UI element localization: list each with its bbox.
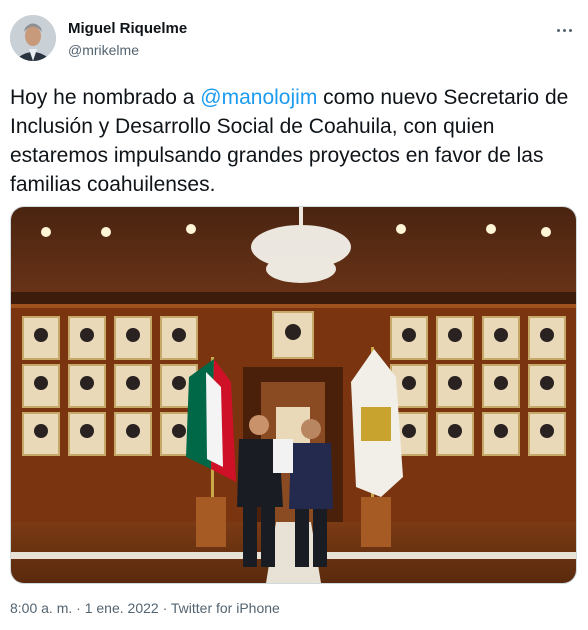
- author-display-name[interactable]: Miguel Riquelme: [68, 20, 187, 37]
- meta-separator: ·: [72, 600, 85, 616]
- tweet-time[interactable]: 8:00 a. m.: [10, 600, 72, 616]
- tweet-date[interactable]: 1 ene. 2022: [85, 600, 159, 616]
- tweet-meta: 8:00 a. m. · 1 ene. 2022 · Twitter for i…: [10, 600, 280, 616]
- meta-separator: ·: [158, 600, 171, 616]
- mention-link[interactable]: @manolojim: [200, 86, 317, 109]
- more-options-button[interactable]: [552, 22, 576, 38]
- avatar[interactable]: [10, 15, 56, 61]
- more-dot-icon: [556, 28, 560, 32]
- avatar-photo: [10, 15, 56, 61]
- tweet-photo[interactable]: [10, 206, 577, 584]
- tweet-text-intro: Hoy he nombrado a: [10, 86, 201, 109]
- photo-scene: [11, 207, 576, 583]
- more-dot-icon: [568, 28, 572, 32]
- author-handle[interactable]: @mrikelme: [68, 42, 139, 58]
- tweet-source[interactable]: Twitter for iPhone: [171, 600, 280, 616]
- tweet-text: Hoy he nombrado a @manolojim como nuevo …: [10, 83, 570, 199]
- more-dot-icon: [562, 28, 566, 32]
